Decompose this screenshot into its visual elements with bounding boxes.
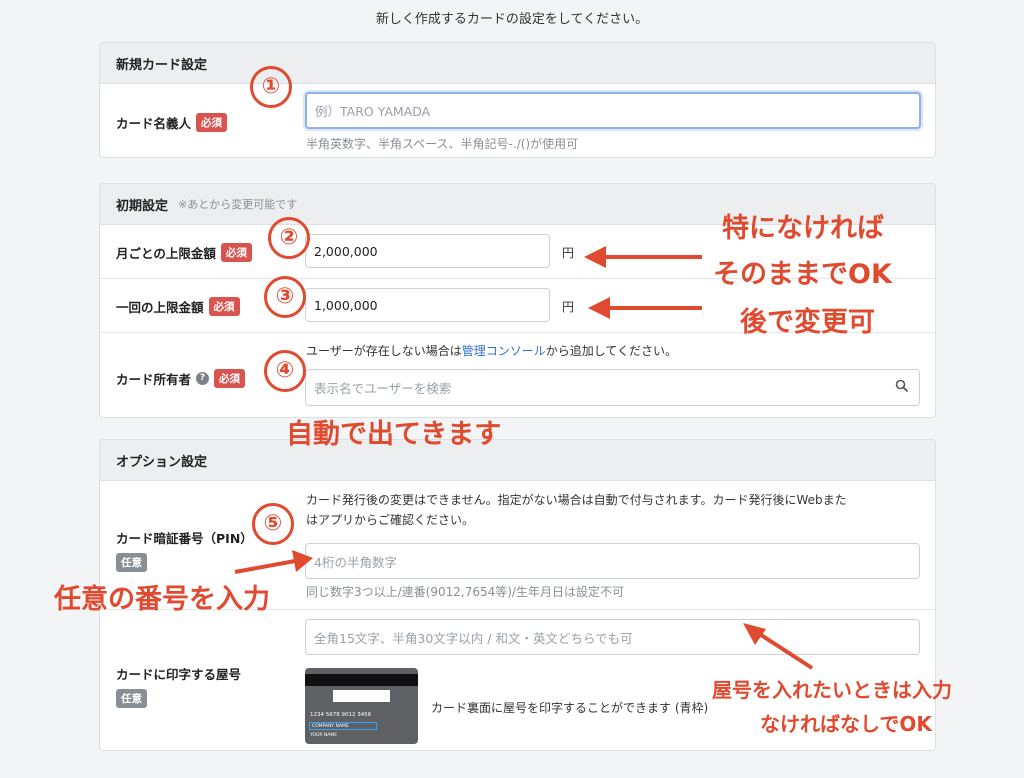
optional-badge: 任意 [116, 553, 147, 572]
required-badge: 必須 [220, 243, 252, 262]
options-header: オプション設定 [100, 440, 935, 481]
new-card-title: 新規カード設定 [116, 57, 208, 73]
intro-text: 新しく作成するカードの設定をしてください。 [375, 12, 649, 27]
per-use-limit-input[interactable]: 1,000,000 [305, 288, 550, 322]
shop-name-desc: カード裏面に屋号を印字することができます (青枠) [431, 701, 709, 715]
monthly-limit-unit: 円 [562, 246, 575, 260]
owner-desc-after: から追加してください。 [545, 344, 678, 358]
required-badge: 必須 [208, 297, 240, 316]
pin-help: 同じ数字3つ以上/連番(9012,7654等)/生年月日は設定不可 [306, 585, 624, 599]
annotation-number-4: ④ [264, 350, 306, 392]
owner-label: カード所有者 ? 必須 [116, 369, 246, 388]
help-icon[interactable]: ? [196, 372, 210, 385]
cardholder-label-text: カード名義人 [116, 116, 192, 131]
initial-title: 初期設定 [116, 198, 169, 214]
pin-label-text: カード暗証番号（PIN） [116, 531, 253, 546]
pin-input[interactable]: 4桁の半角数字 [305, 543, 920, 579]
card-number-text: 1234 5678 9012 3456 [310, 712, 372, 718]
annotation-shop-1: 屋号を入れたいときは入力 [712, 678, 952, 702]
monthly-limit-label-text: 月ごとの上限金額 [116, 246, 216, 261]
new-card-panel: 新規カード設定 カード名義人 必須 例）TARO YAMADA 半角英数字、半角… [99, 42, 936, 158]
annotation-shop-2: なければなしでOK [760, 712, 932, 736]
cardholder-help: 半角英数字、半角スペース、半角記号-./()が使用可 [306, 137, 579, 151]
pin-label: カード暗証番号（PIN） 任意 [116, 528, 253, 572]
shop-name-label-text: カードに印字する屋号 [116, 667, 242, 682]
annotation-number-1: ① [250, 66, 292, 108]
pin-desc: カード発行後の変更はできません。指定がない場合は自動で付与されます。カード発行後… [306, 490, 847, 530]
signature-panel [333, 690, 390, 702]
pin-placeholder: 4桁の半角数字 [314, 554, 397, 570]
annotation-right-1: 特になければ [722, 213, 884, 244]
required-badge: 必須 [196, 113, 228, 132]
owner-label-text: カード所有者 [116, 372, 192, 387]
per-use-limit-label: 一回の上限金額 必須 [116, 297, 240, 316]
optional-badge: 任意 [116, 689, 147, 708]
annotation-owner-note: 自動で出てきます [286, 419, 502, 450]
cardholder-label: カード名義人 必須 [116, 113, 228, 132]
annotation-number-2: ② [268, 217, 310, 259]
search-icon [895, 379, 909, 396]
magnetic-stripe [305, 674, 418, 686]
annotation-right-2: そのままでOK [713, 259, 892, 290]
owner-search-input[interactable]: 表示名でユーザーを検索 [305, 369, 920, 406]
monthly-limit-value: 2,000,000 [314, 243, 378, 259]
annotation-number-3: ③ [264, 276, 306, 318]
per-use-limit-value: 1,000,000 [314, 297, 378, 313]
card-company-box: COMPANY NAME [309, 722, 377, 730]
annotation-pin-note: 任意の番号を入力 [54, 584, 270, 615]
owner-row: カード所有者 ? 必須 ユーザーが存在しない場合は管理コンソールから追加してくだ… [100, 333, 935, 417]
annotation-number-5: ⑤ [252, 503, 294, 545]
required-badge: 必須 [214, 369, 246, 388]
card-back-image: 1234 5678 9012 3456 COMPANY NAME YOUR NA… [305, 668, 418, 744]
shop-name-input[interactable]: 全角15文字、半角30文字以内 / 和文・英文どちらでも可 [305, 619, 920, 655]
shop-name-label: カードに印字する屋号 任意 [116, 664, 241, 708]
card-name-text: YOUR NAME [310, 733, 338, 738]
cardholder-placeholder: 例）TARO YAMADA [315, 104, 431, 119]
shop-name-placeholder: 全角15文字、半角30文字以内 / 和文・英文どちらでも可 [314, 630, 633, 646]
annotation-right-3: 後で変更可 [740, 307, 875, 338]
new-card-header: 新規カード設定 [100, 43, 935, 84]
cardholder-row: カード名義人 必須 例）TARO YAMADA 半角英数字、半角スペース、半角記… [100, 84, 935, 157]
admin-console-link[interactable]: 管理コンソール [462, 344, 546, 358]
owner-desc-before: ユーザーが存在しない場合は [306, 344, 462, 358]
owner-search-placeholder: 表示名でユーザーを検索 [314, 381, 452, 396]
per-use-limit-unit: 円 [562, 300, 575, 314]
options-title: オプション設定 [116, 454, 208, 470]
pin-desc-line2: はアプリからご確認ください。 [306, 513, 475, 527]
initial-note: ※あとから変更可能です [178, 198, 298, 211]
pin-desc-line1: カード発行後の変更はできません。指定がない場合は自動で付与されます。カード発行後… [306, 493, 847, 507]
owner-desc: ユーザーが存在しない場合は管理コンソールから追加してください。 [306, 341, 677, 361]
monthly-limit-label: 月ごとの上限金額 必須 [116, 243, 252, 262]
monthly-limit-input[interactable]: 2,000,000 [305, 234, 550, 268]
per-use-limit-label-text: 一回の上限金額 [116, 300, 204, 315]
cardholder-input[interactable]: 例）TARO YAMADA [305, 92, 921, 129]
